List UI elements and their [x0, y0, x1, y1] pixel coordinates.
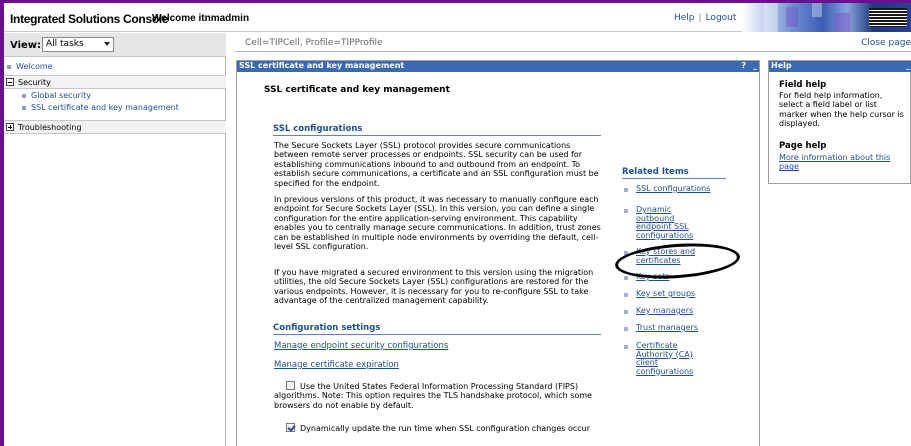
manage-certificate-expiration-link[interactable]: Manage certificate expiration	[274, 360, 399, 370]
nav-item-label: SSL certificate and key management	[31, 103, 179, 112]
panel-header-title: SSL certificate and key management	[239, 61, 405, 70]
fips-checkbox[interactable]	[286, 381, 295, 390]
nav-item-ssl-certificate[interactable]: SSL certificate and key management	[4, 103, 226, 114]
help-panel-title: Help	[771, 61, 792, 70]
related-item[interactable]: Certificate Authority (CA) client config…	[624, 341, 734, 382]
nav-item-label: Welcome	[16, 62, 53, 71]
banner-block	[834, 13, 850, 32]
nav-item-welcome[interactable]: Welcome	[4, 61, 226, 74]
nav-section-troubleshooting[interactable]: Troubleshooting	[4, 120, 226, 134]
view-select[interactable]: All tasks	[42, 37, 114, 52]
divider	[235, 51, 911, 52]
fips-option: Use the United States Federal Informatio…	[274, 381, 604, 410]
related-link-trust-managers[interactable]: Trust managers	[636, 323, 734, 333]
close-page-link[interactable]: Close page	[861, 38, 911, 48]
related-link-dynamic-outbound[interactable]: Dynamic outbound endpoint SSL configurat…	[636, 205, 698, 240]
nav-item-global-security[interactable]: Global security	[4, 91, 226, 102]
top-bar: Integrated Solutions Console Welcome itn…	[4, 3, 911, 32]
collapse-icon[interactable]	[6, 78, 14, 86]
bullet-icon	[624, 251, 628, 255]
related-link-key-sets[interactable]: Key sets	[636, 272, 734, 282]
bullet-icon	[22, 94, 26, 98]
panel-minimize-button[interactable]: _	[753, 61, 757, 70]
section-heading-ssl-configurations: SSL configurations	[273, 124, 601, 136]
banner-block	[764, 3, 778, 32]
page-title: SSL certificate and key management	[264, 85, 450, 95]
fips-label: Use the United States Federal Informatio…	[274, 382, 592, 410]
related-item[interactable]: Key sets	[624, 272, 734, 283]
related-item[interactable]: Trust managers	[624, 323, 734, 334]
related-item[interactable]: Key set groups	[624, 289, 734, 300]
link-separator: |	[698, 13, 702, 23]
related-link-ca-client[interactable]: Certificate Authority (CA) client config…	[636, 341, 702, 376]
view-select-value: All tasks	[46, 39, 84, 49]
bullet-icon	[624, 209, 628, 213]
field-help-text: For field help information, select a fie…	[779, 91, 904, 128]
field-help-heading: Field help	[779, 80, 827, 90]
related-link-ssl-configurations[interactable]: SSL configurations	[636, 184, 734, 194]
left-navigation: View: All tasks Welcome Security Global …	[4, 33, 226, 446]
ssl-panel: SSL certificate and key management ? _ S…	[236, 60, 760, 446]
breadcrumb: Cell=TIPCell, Profile=TIPProfile	[245, 38, 383, 48]
view-selector-row: View: All tasks	[4, 33, 226, 57]
bullet-icon	[624, 327, 628, 331]
bullet-icon	[624, 188, 628, 192]
expand-icon[interactable]	[6, 123, 14, 131]
bullet-icon	[22, 106, 26, 110]
related-link-key-stores[interactable]: Key stores and certificates	[636, 247, 711, 265]
bullet-icon	[624, 276, 628, 280]
panel-header: SSL certificate and key management ? _	[237, 61, 759, 72]
top-links: Help | Logout	[674, 13, 736, 23]
bullet-icon	[624, 293, 628, 297]
section-heading-configuration-settings: Configuration settings	[273, 323, 601, 335]
help-panel: Help _ Field help For field help informa…	[768, 60, 911, 184]
nav-section-security[interactable]: Security	[4, 75, 226, 89]
nav-section-label: Troubleshooting	[18, 123, 82, 132]
banner-block	[786, 7, 798, 27]
description-paragraph: The Secure Sockets Layer (SSL) protocol …	[274, 141, 599, 188]
help-minimize-button[interactable]: _	[906, 61, 910, 70]
manage-endpoint-security-link[interactable]: Manage endpoint security configurations	[274, 341, 448, 351]
chevron-down-icon	[104, 42, 110, 46]
nav-section-label: Security	[18, 78, 51, 87]
welcome-message: Welcome itnmadmin	[152, 13, 250, 24]
banner-block	[812, 3, 822, 17]
related-link-key-set-groups[interactable]: Key set groups	[636, 289, 734, 299]
related-link-key-managers[interactable]: Key managers	[636, 306, 734, 316]
view-label: View:	[10, 40, 42, 51]
dynamic-update-checkbox[interactable]	[286, 423, 295, 432]
description-paragraph: If you have migrated a secured environme…	[274, 268, 594, 306]
help-link[interactable]: Help	[674, 13, 695, 23]
main-content: Cell=TIPCell, Profile=TIPProfile Close p…	[227, 33, 911, 446]
related-item[interactable]: SSL configurations	[624, 184, 734, 195]
related-items-heading: Related Items	[622, 167, 726, 179]
banner-graphic	[742, 3, 911, 32]
dynamic-update-option: Dynamically update the run time when SSL…	[274, 423, 604, 433]
page-help-heading: Page help	[779, 141, 827, 151]
bullet-icon	[624, 310, 628, 314]
related-item[interactable]: Dynamic outbound endpoint SSL configurat…	[624, 205, 734, 246]
console-title: Integrated Solutions Console	[10, 12, 169, 26]
page-help-link[interactable]: More information about this page	[779, 153, 909, 172]
panel-help-button[interactable]: ?	[741, 61, 746, 70]
help-panel-header: Help _	[769, 61, 911, 72]
dynamic-update-label: Dynamically update the run time when SSL…	[300, 424, 591, 433]
related-item[interactable]: Key managers	[624, 306, 734, 317]
logout-link[interactable]: Logout	[706, 13, 737, 23]
nav-item-label: Global security	[31, 91, 92, 100]
bullet-icon	[7, 65, 11, 69]
ibm-logo-icon	[869, 8, 907, 27]
description-paragraph: In previous versions of this product, it…	[274, 195, 601, 252]
bullet-icon	[624, 345, 628, 349]
related-item[interactable]: Key stores and certificates	[624, 247, 734, 268]
